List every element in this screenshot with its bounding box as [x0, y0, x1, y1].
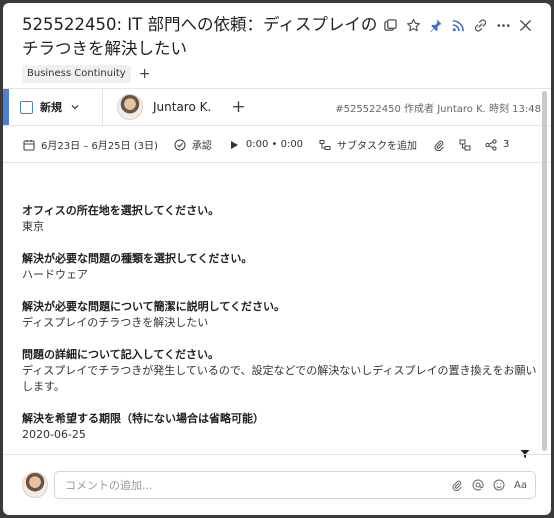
field-deadline: 解決を希望する期限（特にない場合は省略可能） 2020-06-25: [22, 411, 537, 443]
avatar: [22, 472, 48, 498]
more-icon[interactable]: [492, 14, 515, 36]
timer-label: 0:00 • 0:00: [245, 139, 304, 150]
close-icon[interactable]: [515, 14, 538, 36]
complete-checkbox[interactable]: [20, 100, 33, 114]
tag-list: Business Continuity +: [22, 65, 150, 83]
field-answer: 東京: [22, 220, 44, 233]
comment-placeholder: コメントの追加...: [65, 479, 153, 492]
field-office-location: オフィスの所在地を選択してください。 東京: [22, 203, 537, 235]
task-meta: #525522450 作成者 Juntaro K. 時刻 13:48: [335, 103, 541, 115]
subtask-icon: [319, 139, 331, 150]
add-tag-button[interactable]: +: [139, 67, 151, 81]
status-label: 新規: [40, 101, 62, 114]
field-answer: ハードウェア: [22, 268, 88, 281]
task-toolbar: 6月23日 – 6月25日 (3日) 承認 0:00 • 0:00 サブタスクを…: [3, 127, 551, 163]
play-icon: [230, 140, 238, 149]
layers-icon[interactable]: [380, 14, 403, 36]
add-subtask-label: サブタスクを追加: [337, 141, 418, 152]
check-circle-icon: [174, 138, 186, 151]
field-answer: 2020-06-25: [22, 428, 86, 441]
approve-button[interactable]: 承認: [174, 137, 212, 152]
date-range-label: 6月23日 – 6月25日 (3日): [41, 141, 158, 152]
field-answer: ディスプレイのチラつきを解決したい: [22, 316, 209, 329]
field-question: 解決が必要な問題の種類を選択してください。: [22, 252, 253, 265]
task-window: 525522450: IT 部門への依頼：ディスプレイのチラつきを解決したい B…: [3, 3, 551, 515]
field-issue-details: 問題の詳細について記入してください。 ディスプレイでチラつきが発生しているので、…: [22, 347, 537, 395]
field-question: 解決を希望する期限（特にない場合は省略可能）: [22, 412, 264, 425]
paperclip-icon: [434, 140, 444, 151]
date-range-button[interactable]: 6月23日 – 6月25日 (3日): [23, 137, 158, 152]
status-row: 新規 Juntaro K. + #525522450 作成者 Juntaro K…: [3, 88, 551, 126]
add-assignee-button[interactable]: +: [231, 98, 245, 116]
share-count: 3: [503, 139, 510, 150]
chevron-down-icon: [71, 105, 79, 110]
field-issue-type: 解決が必要な問題の種類を選択してください。 ハードウェア: [22, 251, 537, 283]
assignee[interactable]: Juntaro K. +: [103, 94, 246, 120]
field-answer: ディスプレイでチラつきが発生しているので、設定などでの解決ないしディスプレイの置…: [22, 364, 537, 393]
assignee-name: Juntaro K.: [153, 100, 212, 114]
avatar: [117, 94, 143, 120]
add-subtask-button[interactable]: サブタスクを追加: [319, 137, 417, 152]
task-title: 525522450: IT 部門への依頼：ディスプレイのチラつきを解決したい: [22, 15, 378, 58]
comment-input[interactable]: コメントの追加... Aa: [54, 471, 536, 499]
task-fields: オフィスの所在地を選択してください。 東京 解決が必要な問題の種類を選択してくだ…: [22, 203, 537, 459]
dependency-icon: [459, 139, 471, 150]
tag-business-continuity[interactable]: Business Continuity: [22, 65, 131, 83]
format-text-button[interactable]: Aa: [514, 480, 527, 491]
share-icon: [485, 138, 497, 151]
approve-label: 承認: [191, 141, 212, 152]
scrollbar[interactable]: [542, 91, 547, 451]
mention-icon[interactable]: [472, 479, 484, 491]
link-icon[interactable]: [470, 14, 493, 36]
header-actions: [380, 14, 538, 36]
timer-button[interactable]: 0:00 • 0:00: [228, 139, 303, 151]
pin-icon[interactable]: [425, 14, 448, 36]
rss-icon[interactable]: [447, 14, 470, 36]
comment-area: コメントの追加... Aa: [3, 454, 551, 515]
field-question: オフィスの所在地を選択してください。: [22, 204, 220, 217]
emoji-icon[interactable]: [493, 479, 505, 491]
field-issue-summary: 解決が必要な問題について簡潔に説明してください。 ディスプレイのチラつきを解決し…: [22, 299, 537, 331]
paperclip-icon[interactable]: [451, 479, 463, 491]
field-question: 解決が必要な問題について簡潔に説明してください。: [22, 300, 286, 313]
field-question: 問題の詳細について記入してください。: [22, 348, 220, 361]
attachment-button[interactable]: [433, 139, 445, 151]
dependency-button[interactable]: [459, 139, 471, 151]
star-icon[interactable]: [402, 14, 425, 36]
share-button[interactable]: 3: [485, 138, 510, 151]
comment-tools: Aa: [451, 479, 527, 491]
calendar-icon: [23, 139, 35, 151]
status-dropdown[interactable]: 新規: [3, 89, 103, 125]
